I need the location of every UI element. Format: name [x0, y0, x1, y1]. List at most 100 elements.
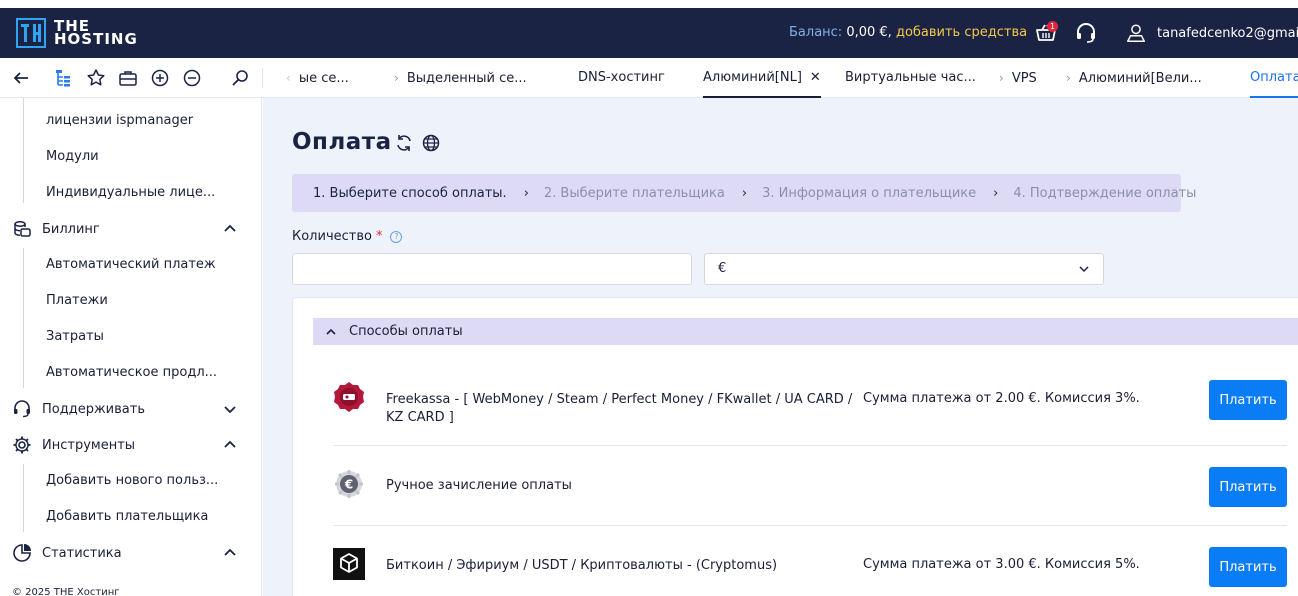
currency-value: € — [718, 261, 727, 276]
support-headset-icon[interactable] — [1074, 21, 1098, 45]
globe-icon[interactable] — [421, 133, 441, 153]
step-choose-payer: 2. Выберите плательщика — [543, 185, 725, 201]
sidebar-item-expenses[interactable]: Затраты — [46, 329, 104, 344]
logo[interactable]: THE HOSTING — [16, 17, 138, 49]
tab-label: VPS — [1011, 71, 1037, 86]
pie-chart-icon — [13, 544, 31, 562]
sidebar-group-billing[interactable]: Биллинг — [12, 219, 100, 239]
balance: Баланс: 0,00 €, добавить средства — [789, 25, 1027, 40]
cryptomus-cube-icon — [333, 548, 365, 580]
star-icon[interactable] — [86, 68, 106, 88]
sidebar-item-add-user[interactable]: Добавить нового польз... — [46, 473, 218, 488]
tab-label: ые се... — [298, 71, 349, 86]
chevron-right-icon: › — [394, 71, 399, 85]
tab-scroll-left[interactable]: ‹ ые се... — [286, 58, 349, 98]
chevron-up-icon[interactable] — [222, 221, 238, 237]
balance-value: 0,00 €, — [846, 25, 892, 40]
tab-label: Виртуальные час... — [845, 70, 976, 85]
pay-button[interactable]: Платить — [1209, 547, 1287, 587]
sidebar-item-add-payer[interactable]: Добавить плательщика — [46, 509, 208, 524]
row-divider — [333, 525, 1287, 526]
logo-line2: HOSTING — [54, 30, 138, 48]
quantity-input[interactable] — [292, 253, 692, 285]
sidebar-item-auto-renewal[interactable]: Автоматическое продл... — [46, 365, 217, 380]
refresh-icon[interactable] — [394, 133, 414, 153]
user-menu[interactable]: tanafedcenko2@gmail.com — [1125, 22, 1298, 44]
logo-text: THE HOSTING — [54, 19, 138, 48]
sidebar-item-payments[interactable]: Платежи — [46, 293, 108, 308]
top-strip — [0, 0, 1298, 8]
tab-virtual-hours[interactable]: Виртуальные час... — [845, 58, 976, 98]
sidebar-group-label: Биллинг — [42, 221, 100, 237]
sidebar-group-tools[interactable]: Инструменты — [12, 435, 135, 455]
page-title: Оплата — [292, 129, 392, 155]
step-payer-info: 3. Информация о плательщике — [762, 185, 977, 201]
payment-steps: 1. Выберите способ оплаты. › 2. Выберите… — [292, 174, 1196, 212]
payment-method-row: Биткоин / Эфириум / USDT / Криптовалюты … — [333, 547, 1287, 587]
pay-button[interactable]: Платить — [1209, 380, 1287, 420]
payment-method-row: Freekassa - [ WebMoney / Steam / Perfect… — [333, 380, 1287, 428]
user-icon — [1127, 24, 1145, 42]
chevron-up-icon[interactable] — [222, 437, 238, 453]
search-icon[interactable] — [230, 68, 250, 88]
add-circle-icon[interactable] — [150, 68, 170, 88]
pay-button[interactable]: Платить — [1209, 467, 1287, 507]
payment-method-name: Freekassa - [ WebMoney / Steam / Perfect… — [386, 392, 853, 425]
chevron-right-icon: › — [741, 185, 748, 201]
sidebar-item-modules[interactable]: Модули — [46, 149, 99, 164]
sidebar-group-support[interactable]: Поддерживать — [12, 399, 145, 419]
chevron-up-icon[interactable] — [222, 545, 238, 561]
back-arrow-icon[interactable] — [11, 68, 31, 88]
tab-vps[interactable]: › VPS — [999, 58, 1037, 98]
add-funds-link[interactable]: добавить средства — [896, 25, 1027, 40]
tab-dedicated-server[interactable]: › Выделенный се... — [394, 58, 527, 98]
tab-label: Алюминий[Вели... — [1078, 71, 1202, 86]
chevron-right-icon: › — [523, 185, 529, 201]
tab-dns-hosting[interactable]: DNS-хостинг — [578, 58, 665, 98]
payment-method-fee: Сумма платежа от 2.00 €. Комиссия 3%. — [863, 391, 1140, 406]
section-title: Способы оплаты — [349, 324, 463, 339]
sidebar-item-auto-payment[interactable]: Автоматический платеж — [46, 257, 216, 272]
remove-circle-icon[interactable] — [182, 68, 202, 88]
svg-text:€: € — [344, 478, 353, 492]
main-content: Оплата 1. Выберите способ оплаты. › 2. В… — [263, 98, 1298, 596]
row-divider — [333, 445, 1287, 446]
chevron-left-icon: ‹ — [286, 71, 291, 85]
chevron-down-icon — [1079, 266, 1089, 273]
sidebar-group-statistics[interactable]: Статистика — [12, 543, 122, 563]
required-mark: * — [375, 229, 383, 244]
toolbar-divider — [262, 68, 263, 88]
payment-method-row: € Ручное зачисление оплаты Платить — [333, 467, 1287, 507]
tab-aluminium-gb[interactable]: › Алюминий[Вели... — [1066, 58, 1202, 98]
tab-label: Алюминий[NL] — [703, 70, 802, 85]
cart-badge: 1 — [1047, 21, 1058, 32]
app-header: THE HOSTING Баланс: 0,00 €, добавить сре… — [0, 8, 1298, 58]
tab-label: DNS-хостинг — [578, 70, 665, 85]
tab-payment[interactable]: Оплата — [1250, 58, 1298, 98]
sidebar-group-label: Статистика — [42, 545, 122, 561]
coins-icon — [14, 221, 31, 237]
payment-method-fee: Сумма платежа от 3.00 €. Комиссия 5%. — [863, 557, 1140, 572]
sidebar-tree-line — [23, 464, 24, 532]
chevron-right-icon: › — [993, 185, 999, 201]
quantity-label-text: Количество — [292, 229, 372, 244]
tab-aluminium-nl[interactable]: Алюминий[NL] ✕ — [703, 58, 821, 98]
tab-label: Оплата — [1250, 70, 1298, 85]
briefcase-icon[interactable] — [118, 68, 138, 88]
balance-label: Баланс: — [789, 25, 843, 40]
step-choose-method: 1. Выберите способ оплаты. — [313, 185, 507, 201]
close-tab-icon[interactable]: ✕ — [810, 70, 821, 85]
sidebar-item-ispmanager-licenses[interactable]: лицензии ispmanager — [46, 113, 193, 128]
tab-label: Выделенный се... — [406, 71, 527, 86]
chevron-right-icon: › — [1066, 71, 1071, 85]
payment-methods-header[interactable]: Способы оплаты — [313, 318, 1298, 345]
help-icon[interactable]: ? — [390, 230, 403, 243]
sidebar-group-label: Инструменты — [42, 437, 136, 453]
chevron-down-icon[interactable] — [222, 401, 238, 417]
step-confirm: 4. Подтверждение оплаты — [1013, 185, 1197, 201]
currency-select[interactable]: € — [704, 253, 1104, 285]
tree-menu-icon[interactable] — [53, 68, 73, 88]
sidebar-tree-line — [23, 248, 24, 388]
sidebar-item-individual-licenses[interactable]: Индивидуальные лице... — [46, 185, 215, 200]
support-headset-icon — [14, 400, 30, 418]
